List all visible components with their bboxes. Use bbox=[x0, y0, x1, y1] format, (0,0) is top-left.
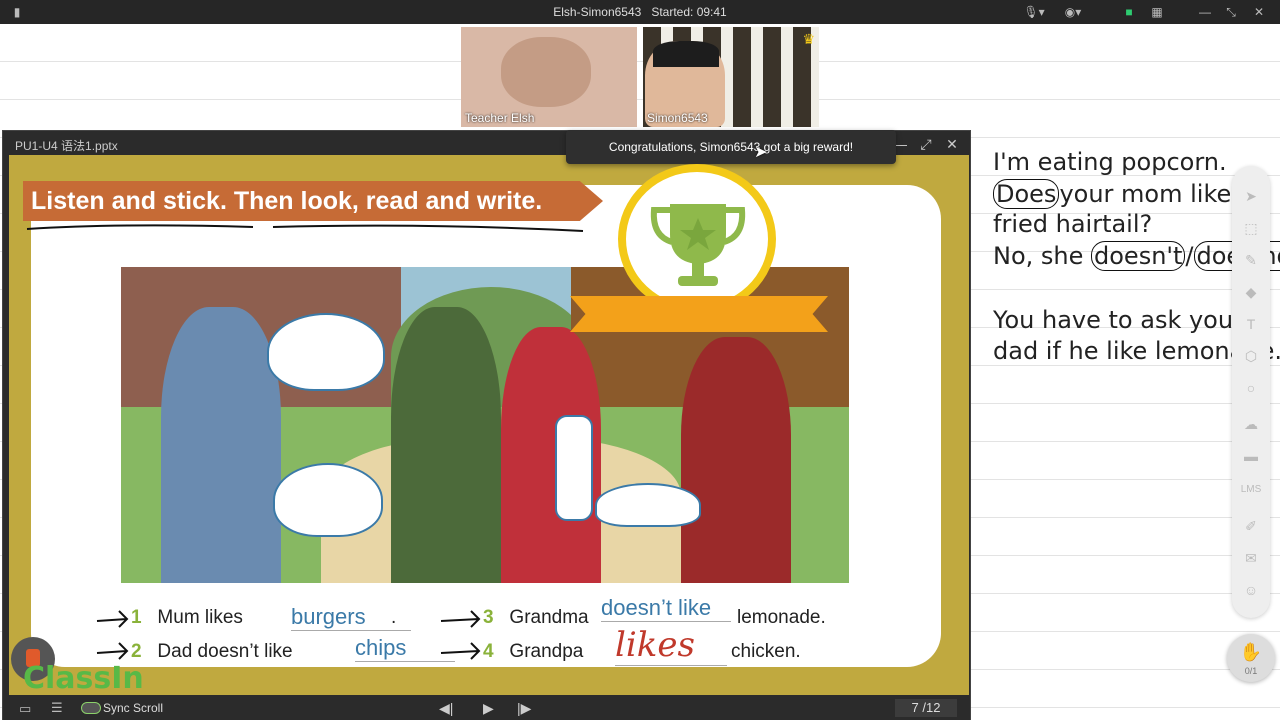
hand-count: 0/1 bbox=[1244, 666, 1258, 676]
minimize-icon[interactable]: — bbox=[1196, 4, 1214, 20]
panel-toggle-icon[interactable]: ▭ bbox=[19, 701, 31, 717]
student-video[interactable]: ♛ Simon6543 bbox=[643, 27, 819, 127]
video-camera-icon[interactable]: ■ bbox=[1120, 4, 1138, 20]
circled-doesnt: doesn't bbox=[1091, 241, 1186, 271]
cloud-icon[interactable]: ☁ bbox=[1232, 410, 1270, 438]
student-name: Simon6543 bbox=[647, 111, 708, 125]
drawing-toolbar: ➤ ⬚ ✎ ◆ T ⬡ ○ ☁ ▬ LMS ✐ ✉ ☺ bbox=[1232, 166, 1270, 618]
exercise-4: 4 Grandpa bbox=[483, 641, 584, 662]
sync-scroll-toggle[interactable] bbox=[81, 702, 101, 714]
reward-ribbon bbox=[570, 296, 828, 332]
top-bar: ▮ Elsh-Simon6543 Started: 09:41 🎙▾ ◉▾ ■ … bbox=[0, 0, 1280, 24]
exercise-3: 3 Grandma bbox=[483, 607, 589, 628]
exercise-1: 1 Mum likes bbox=[131, 607, 243, 628]
shape-tool-icon[interactable]: ⬡ bbox=[1232, 342, 1270, 370]
trophy-badge bbox=[618, 164, 776, 314]
dad-figure bbox=[391, 307, 501, 583]
answer-3[interactable]: doesn’t like bbox=[601, 595, 731, 622]
ppt-status-bar: ▭ ☰ Sync Scroll ◀| ▶ |▶ 7 /12 bbox=[3, 696, 970, 720]
edit-icon[interactable]: ✐ bbox=[1232, 512, 1270, 540]
mum-figure bbox=[161, 307, 281, 583]
sticker-lemonade-blank bbox=[555, 415, 593, 521]
list-icon[interactable]: ☰ bbox=[51, 700, 63, 716]
slide: Listen and stick. Then look, read and wr… bbox=[9, 155, 969, 696]
grandpa-figure bbox=[681, 337, 791, 583]
select-tool-icon[interactable]: ⬚ bbox=[1232, 214, 1270, 242]
answer-2[interactable]: chips bbox=[355, 635, 455, 662]
eraser-tool-icon[interactable]: ◆ bbox=[1232, 278, 1270, 306]
lms-icon[interactable]: LMS bbox=[1232, 476, 1270, 504]
users-icon[interactable]: ☺ bbox=[1232, 576, 1270, 604]
teacher-name: Teacher Elsh bbox=[465, 111, 535, 125]
crown-icon: ♛ bbox=[802, 31, 815, 47]
instruction-banner: Listen and stick. Then look, read and wr… bbox=[23, 181, 603, 221]
play-icon[interactable]: ▶ bbox=[483, 700, 494, 717]
classin-logo: ClassIn bbox=[23, 661, 144, 696]
exercise-3-end: lemonade. bbox=[737, 607, 826, 628]
note-line-5: You have to ask your bbox=[993, 306, 1243, 334]
shrink-icon[interactable]: ⤡ bbox=[1222, 4, 1240, 20]
microphone-icon[interactable]: 🎙▾ bbox=[1020, 4, 1048, 20]
layout-grid-icon[interactable]: ▦ bbox=[1148, 4, 1166, 20]
sync-scroll-label: Sync Scroll bbox=[103, 701, 164, 715]
reward-toast: Congratulations, Simon6543 got a big rew… bbox=[566, 130, 896, 164]
note-line-1: I'm eating popcorn. bbox=[993, 148, 1227, 176]
teacher-video[interactable]: Teacher Elsh bbox=[461, 27, 637, 127]
ppt-title: PU1-U4 语法1.pptx bbox=[15, 139, 118, 153]
page-indicator[interactable]: 7 /12 bbox=[895, 699, 957, 717]
previous-slide-icon[interactable]: ◀| bbox=[439, 700, 453, 717]
circle-tool-icon[interactable]: ○ bbox=[1232, 374, 1270, 402]
circled-does: Does bbox=[993, 179, 1060, 209]
close-icon[interactable]: ✕ bbox=[1250, 4, 1268, 20]
sticker-chicken-blank bbox=[595, 483, 701, 527]
note-line-2: Does your mom like bbox=[993, 179, 1231, 209]
ppt-window[interactable]: PU1-U4 语法1.pptx — ⤢ ✕ Listen and stick. … bbox=[2, 130, 971, 720]
exercise-1-end: . bbox=[391, 607, 397, 628]
sticker-burgers-blank bbox=[267, 313, 385, 391]
pen-tool-icon[interactable]: ✎ bbox=[1232, 246, 1270, 274]
chat-icon[interactable]: ✉ bbox=[1232, 544, 1270, 572]
raise-hand-button[interactable]: ✋ 0/1 bbox=[1227, 634, 1275, 682]
answer-4[interactable]: likes bbox=[615, 625, 727, 666]
underline-scribble bbox=[26, 224, 584, 232]
hand-icon: ✋ bbox=[1239, 642, 1263, 662]
sticker-chips-blank bbox=[273, 463, 383, 537]
note-line-3: fried hairtail? bbox=[993, 210, 1153, 238]
camera-select-icon[interactable]: ◉▾ bbox=[1058, 4, 1088, 20]
mouse-cursor-icon: ➤ bbox=[754, 144, 768, 161]
pointer-tool-icon[interactable]: ➤ bbox=[1232, 182, 1270, 210]
text-tool-icon[interactable]: T bbox=[1232, 310, 1270, 338]
toolbox-icon[interactable]: ▬ bbox=[1232, 442, 1270, 470]
next-slide-icon[interactable]: |▶ bbox=[517, 700, 531, 717]
exercise-2: 2 Dad doesn’t like bbox=[131, 641, 293, 662]
maximize-icon[interactable]: ⤢ bbox=[917, 135, 935, 153]
arrow-scribble-left bbox=[96, 610, 129, 660]
close-icon[interactable]: ✕ bbox=[943, 135, 961, 153]
exercise-4-end: chicken. bbox=[731, 641, 801, 662]
class-title: Elsh-Simon6543 Started: 09:41 bbox=[553, 5, 727, 19]
trophy-icon bbox=[650, 204, 746, 286]
